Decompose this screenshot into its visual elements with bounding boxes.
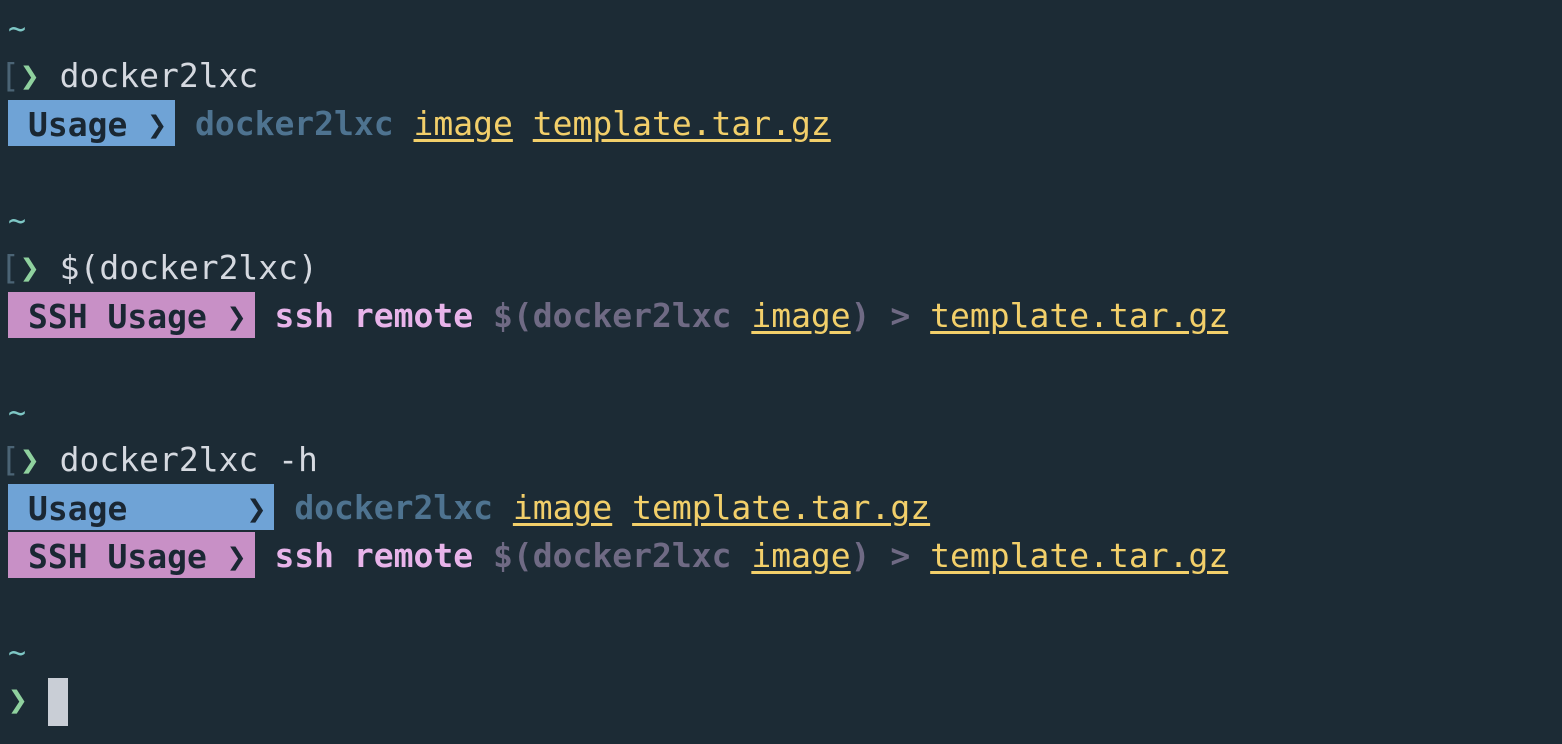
terminal-window[interactable]: ~ [❯ docker2lxc Usage ❯ docker2lxc image… — [0, 0, 1562, 744]
ssh-remote: remote — [353, 296, 474, 335]
chevron-right-icon: ❯ — [246, 489, 267, 528]
ssh-program: docker2lxc — [532, 536, 732, 575]
usage-arg-image: image — [413, 104, 513, 143]
prompt-arrow-icon: ❯ — [8, 680, 28, 719]
redirect-symbol: > — [890, 536, 911, 575]
cwd-tilde: ~ — [8, 204, 27, 239]
ssh-usage-label: SSH Usage ❯ — [8, 532, 255, 578]
chevron-right-icon: ❯ — [226, 297, 247, 336]
ssh-command: ssh — [274, 536, 335, 575]
redirect-symbol: > — [890, 296, 911, 335]
prompt-bracket: [ — [0, 440, 20, 479]
cwd-tilde: ~ — [8, 396, 27, 431]
usage-arg-template: template.tar.gz — [632, 488, 931, 527]
ssh-usage-line: SSH Usage ❯ ssh remote $(docker2lxc imag… — [8, 532, 1228, 580]
prompt-line: [❯ docker2lxc — [0, 52, 258, 100]
ssh-arg-template: template.tar.gz — [930, 296, 1229, 335]
subshell-close: ) — [850, 296, 871, 335]
usage-arg-template: template.tar.gz — [532, 104, 831, 143]
prompt-arrow-icon: ❯ — [19, 248, 40, 287]
prompt-bracket: [ — [0, 56, 20, 95]
usage-line: Usage ❯ docker2lxc image template.tar.gz — [8, 484, 930, 532]
ssh-usage-label: SSH Usage ❯ — [8, 292, 255, 338]
usage-label: Usage ❯ — [8, 484, 275, 530]
usage-line: Usage ❯ docker2lxc image template.tar.gz — [8, 100, 831, 148]
usage-arg-image: image — [512, 488, 613, 527]
chevron-right-icon: ❯ — [226, 537, 247, 576]
command-text: docker2lxc — [59, 56, 259, 95]
cwd-tilde: ~ — [8, 12, 27, 47]
ssh-usage-line: SSH Usage ❯ ssh remote $(docker2lxc imag… — [8, 292, 1228, 340]
text-cursor[interactable] — [47, 677, 68, 726]
prompt-line: [❯ docker2lxc -h — [0, 436, 318, 484]
subshell-open: $( — [493, 536, 533, 575]
prompt-arrow-icon: ❯ — [19, 56, 40, 95]
ssh-arg-image: image — [751, 296, 851, 335]
prompt-arrow-icon: ❯ — [19, 440, 40, 479]
cwd-tilde: ~ — [8, 636, 27, 671]
usage-program: docker2lxc — [294, 488, 493, 527]
ssh-command: ssh — [274, 296, 335, 335]
command-text: $(docker2lxc) — [59, 248, 318, 287]
subshell-close: ) — [850, 536, 871, 575]
chevron-right-icon: ❯ — [147, 105, 168, 144]
usage-program: docker2lxc — [194, 104, 394, 143]
ssh-program: docker2lxc — [532, 296, 732, 335]
command-text: docker2lxc -h — [59, 440, 318, 479]
active-prompt-line[interactable]: ❯ — [8, 676, 68, 726]
prompt-line: [❯ $(docker2lxc) — [0, 244, 318, 292]
ssh-arg-template: template.tar.gz — [930, 536, 1229, 575]
ssh-remote: remote — [353, 536, 474, 575]
usage-label: Usage ❯ — [8, 100, 176, 146]
ssh-arg-image: image — [751, 536, 851, 575]
subshell-open: $( — [493, 296, 533, 335]
prompt-bracket: [ — [0, 248, 20, 287]
